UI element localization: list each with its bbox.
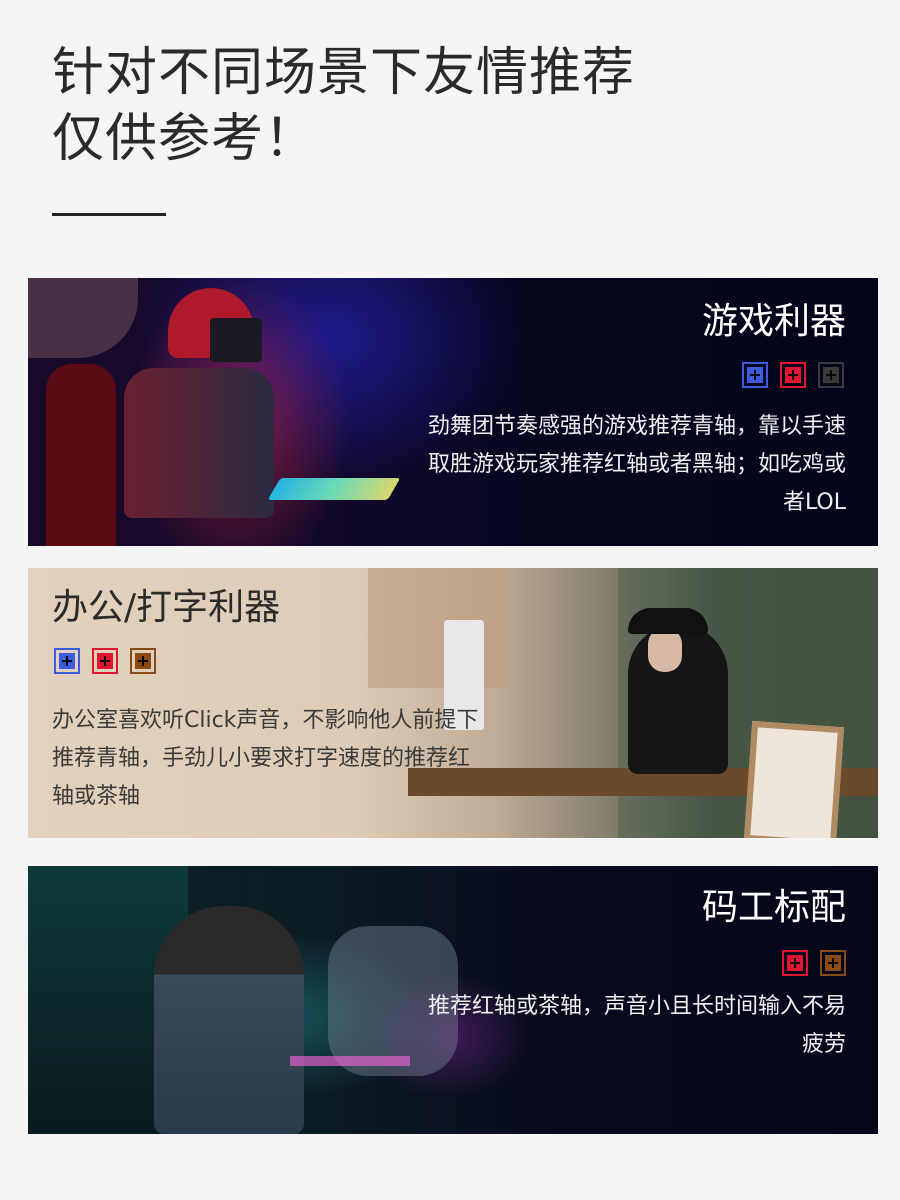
gaming-chair [46,364,116,546]
gaming-description: 劲舞团节奏感强的游戏推荐青轴，靠以手速取胜游戏玩家推荐红轴或者黑轴；如吃鸡或者L… [427,414,846,515]
office-description: 办公室喜欢听Click声音，不影响他人前提下推荐青轴，手劲儿小要求打字速度的推荐… [52,708,479,809]
coder-card: 码工标配 推荐红轴或茶轴，声音小且长时间输入不易疲劳 [28,866,878,1134]
bookshelf-decoration [368,568,508,688]
office-title: 办公/打字利器 [52,587,281,628]
brown-switch-icon [820,950,846,976]
rgb-keyboard [267,478,401,500]
picture-frame [743,720,845,838]
brown-switch-icon [130,648,156,674]
red-switch-icon [780,362,806,388]
lamp-decoration [28,278,138,358]
gaming-title: 游戏利器 [701,301,846,342]
screen-glow [290,1056,410,1066]
heading-line-1: 针对不同场景下友情推荐 [52,43,636,103]
switch-swatches [54,648,156,674]
heading-underline [52,213,166,216]
red-switch-icon [782,950,808,976]
heading-line-2: 仅供参考！ [52,109,318,169]
switch-swatches [742,362,844,388]
black-switch-icon [818,362,844,388]
blue-switch-icon [742,362,768,388]
woman-face [648,628,682,672]
gaming-card: 游戏利器 劲舞团节奏感强的游戏推荐青轴，靠以手速取胜游戏玩家推荐红轴或者黑轴；如… [28,278,878,546]
coder-title: 码工标配 [701,887,846,928]
red-switch-icon [92,648,118,674]
gamer-figure [124,368,274,518]
visor [210,318,262,362]
man-figure [154,906,304,1134]
page-heading: 针对不同场景下友情推荐 仅供参考！ [52,40,635,172]
coder-description: 推荐红轴或茶轴，声音小且长时间输入不易疲劳 [427,994,846,1057]
switch-swatches [782,950,846,976]
hat [628,608,708,634]
blue-switch-icon [54,648,80,674]
office-card: 办公/打字利器 办公室喜欢听Click声音，不影响他人前提下推荐青轴，手劲儿小要… [28,568,878,838]
